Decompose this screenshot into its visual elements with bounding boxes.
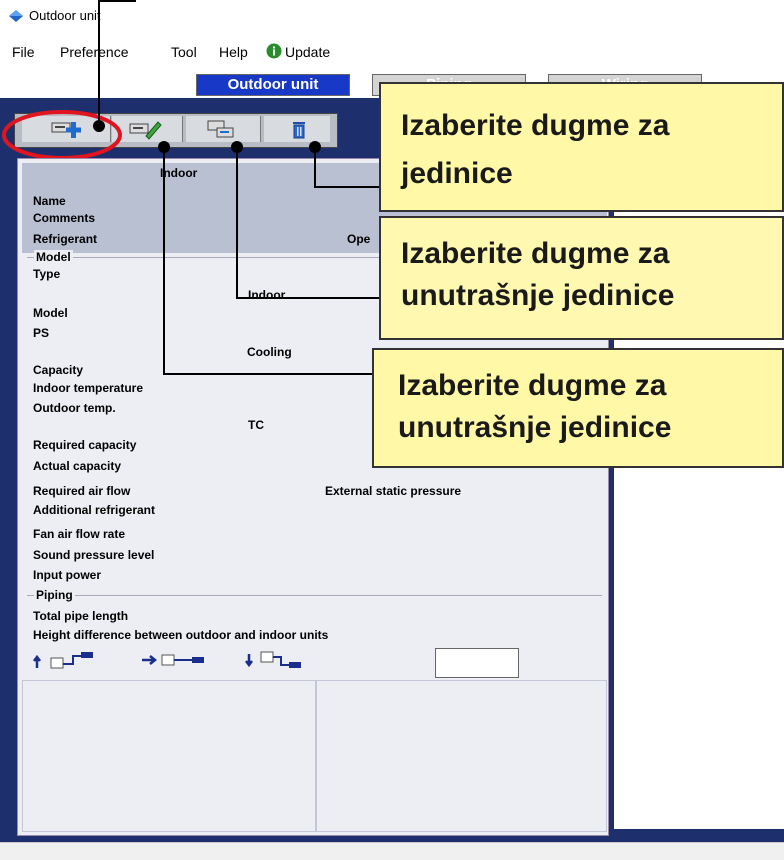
- external-static-pressure-label: External static pressure: [325, 484, 462, 498]
- callout-edit: Izaberite dugme za unutrašnje jedinice: [372, 348, 784, 468]
- required-capacity-label: Required capacity: [33, 438, 137, 452]
- connector-line-top-h: [98, 0, 136, 2]
- menu-tool[interactable]: Tool: [171, 44, 197, 60]
- oper-label: Ope: [347, 232, 371, 246]
- connector-dot-delete: [309, 141, 321, 153]
- actual-capacity-label: Actual capacity: [33, 459, 122, 473]
- tc-label: TC: [248, 418, 264, 432]
- type-indoor-value: Indoor: [248, 288, 286, 302]
- comments-label: Comments: [33, 211, 96, 225]
- title-bar: Outdoor unit: [0, 0, 784, 33]
- menu-help[interactable]: Help: [219, 44, 248, 60]
- menu-update[interactable]: Update: [285, 44, 330, 60]
- callout-delete-line2: jedinice: [401, 157, 513, 190]
- outdoor-below-layout-icon: [245, 651, 301, 668]
- app-logo-icon: [9, 10, 23, 22]
- type-label: Type: [33, 267, 61, 281]
- name-label: Name: [33, 194, 66, 208]
- callout-delete-line1: Izaberite dugme za: [401, 109, 670, 142]
- callout-edit-line2: unutrašnje jedinice: [398, 411, 672, 444]
- menu-file[interactable]: File: [12, 44, 35, 60]
- lower-left-pane: [22, 680, 316, 832]
- connector-dot-edit: [158, 141, 170, 153]
- connector-line-edit-h: [163, 373, 372, 375]
- height-difference-input[interactable]: [435, 648, 519, 678]
- callout-copy-line2: unutrašnje jedinice: [401, 279, 675, 312]
- callout-edit-line1: Izaberite dugme za: [398, 369, 667, 402]
- connector-line-delete-h: [314, 186, 380, 188]
- indoor-header: Indoor: [160, 166, 198, 180]
- info-icon: [266, 43, 282, 59]
- delete-indoor-button[interactable]: [264, 116, 330, 142]
- tab-outdoor-unit[interactable]: Outdoor unit: [196, 74, 350, 96]
- cooling-label: Cooling: [247, 345, 292, 359]
- model-section-title: Model: [34, 250, 73, 264]
- fan-air-flow-rate-label: Fan air flow rate: [33, 527, 126, 541]
- connector-dot-add: [93, 120, 105, 132]
- connector-line-copy-h: [236, 297, 380, 299]
- outdoor-temp-label: Outdoor temp.: [33, 401, 116, 415]
- copy-indoor-button[interactable]: [186, 116, 261, 142]
- model-label: Model: [33, 306, 68, 320]
- refrigerant-label: Refrigerant: [33, 232, 98, 246]
- same-level-layout-icon: [142, 654, 204, 666]
- connector-dot-copy: [231, 141, 243, 153]
- connector-line-edit-v: [163, 147, 165, 375]
- capacity-label: Capacity: [33, 363, 84, 377]
- menu-preference[interactable]: Preference: [60, 44, 128, 60]
- piping-section-title: Piping: [34, 588, 75, 602]
- height-difference-label: Height difference between outdoor and in…: [33, 628, 329, 642]
- required-air-flow-label: Required air flow: [33, 484, 131, 498]
- callout-copy-line1: Izaberite dugme za: [401, 237, 670, 270]
- outdoor-above-layout-icon: [33, 652, 93, 669]
- additional-refrigerant-label: Additional refrigerant: [33, 503, 156, 517]
- connector-line-delete-v: [314, 147, 316, 187]
- indoor-temperature-label: Indoor temperature: [33, 381, 144, 395]
- lower-right-pane: [316, 680, 607, 832]
- connector-line-copy-v: [236, 147, 238, 299]
- status-bar: [0, 842, 784, 860]
- callout-copy: Izaberite dugme za unutrašnje jedinice: [379, 216, 784, 340]
- delete-indoor-icon: [293, 122, 305, 139]
- total-pipe-length-label: Total pipe length: [33, 609, 129, 623]
- highlight-ellipse: [2, 110, 122, 160]
- edit-indoor-icon: [129, 121, 162, 140]
- piping-divider: [27, 595, 602, 596]
- connector-line-top: [98, 0, 100, 126]
- sound-pressure-level-label: Sound pressure level: [33, 548, 155, 562]
- copy-indoor-icon: [207, 120, 234, 138]
- ps-label: PS: [33, 326, 50, 340]
- input-power-label: Input power: [33, 568, 101, 582]
- callout-delete: Izaberite dugme za jedinice: [379, 82, 784, 212]
- window-title: Outdoor unit: [29, 8, 101, 23]
